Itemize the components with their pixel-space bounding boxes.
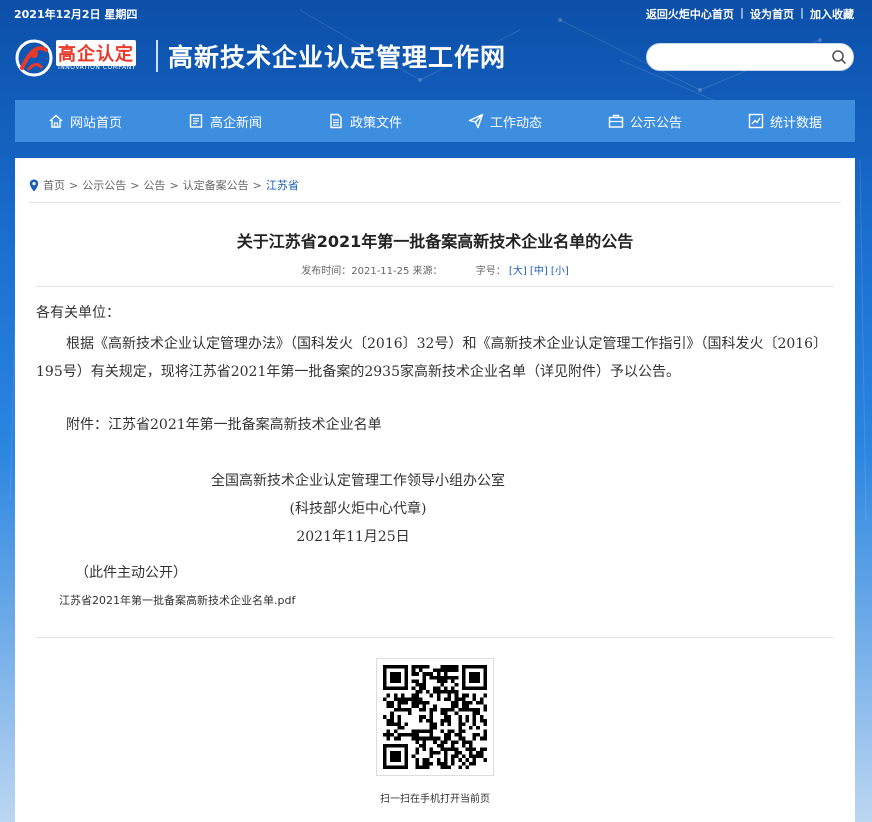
signature-org: 全国高新技术企业认定管理工作领导小组办公室: [211, 473, 505, 489]
font-size-large[interactable]: [大]: [509, 266, 527, 277]
nav-item-announcements[interactable]: 公示公告: [575, 100, 715, 142]
divider: [29, 202, 841, 203]
breadcrumb-filing-notice[interactable]: 认定备案公告: [183, 177, 249, 193]
header: 高企认定 INNOVATION COMPANY 高新技术企业认定管理工作网: [0, 26, 872, 100]
main-content: 首页 > 公示公告 > 公告 > 认定备案公告 > 江苏省 关于江苏省2021年…: [15, 158, 855, 822]
nav-label: 政策文件: [349, 115, 402, 131]
attachment-file-link[interactable]: 江苏省2021年第一批备案高新技术企业名单.pdf: [59, 592, 295, 608]
article-title: 关于江苏省2021年第一批备案高新技术企业名单的公告: [236, 232, 634, 251]
top-bar: 2021年12月2日 星期四 返回火炬中心首页 | 设为首页 | 加入收藏: [0, 0, 872, 26]
font-size-label: 字号：: [475, 266, 506, 277]
logo-emblem-icon: [15, 39, 53, 77]
site-title: 高新技术企业认定管理工作网: [168, 43, 507, 72]
separator: |: [739, 6, 744, 19]
breadcrumb-separator: >: [69, 178, 79, 192]
search-box: [646, 43, 854, 71]
search-icon[interactable]: [831, 49, 847, 65]
separator: |: [799, 6, 804, 19]
nav-item-policy[interactable]: 政策文件: [295, 100, 435, 142]
send-icon: [468, 113, 484, 129]
nav-label: 统计数据: [769, 115, 822, 131]
nav-item-news[interactable]: 高企新闻: [155, 100, 295, 142]
breadcrumb-notice[interactable]: 公告: [143, 177, 165, 193]
salutation: 各有关单位：: [36, 305, 120, 321]
nav-label: 公示公告: [629, 115, 682, 131]
divider: [36, 637, 834, 638]
divider: [36, 286, 834, 287]
signature-sub: (科技部火炬中心代章): [289, 501, 427, 517]
signature-date: 2021年11月25日: [296, 529, 410, 545]
article-paragraph: 根据《高新技术企业认定管理办法》（国科发火〔2016〕32号）和《高新技术企业认…: [36, 336, 828, 380]
logo-subtitle: INNOVATION COMPANY: [58, 64, 136, 71]
document-icon: [330, 113, 342, 129]
breadcrumb: 首页 > 公示公告 > 公告 > 认定备案公告 > 江苏省: [29, 177, 299, 193]
top-links: 返回火炬中心首页 | 设为首页 | 加入收藏: [646, 6, 854, 22]
breadcrumb-separator: >: [169, 178, 179, 192]
qr-caption: 扫一扫在手机打开当前页: [380, 794, 490, 805]
link-set-homepage[interactable]: 设为首页: [750, 6, 794, 22]
qr-code: [376, 658, 494, 776]
nav-item-work-updates[interactable]: 工作动态: [435, 100, 575, 142]
chart-icon: [748, 113, 764, 129]
breadcrumb-separator: >: [130, 178, 140, 192]
qr-code-image: [383, 665, 487, 769]
news-icon: [189, 114, 203, 128]
site-logo[interactable]: 高企认定 INNOVATION COMPANY: [14, 36, 150, 80]
logo-divider: [156, 40, 158, 72]
nav-label: 工作动态: [489, 115, 542, 131]
nav-label: 网站首页: [69, 115, 122, 131]
font-size-medium[interactable]: [中]: [530, 266, 548, 277]
link-home-center[interactable]: 返回火炬中心首页: [646, 6, 734, 22]
link-add-favorite[interactable]: 加入收藏: [810, 6, 854, 22]
attachment-note: 附件：江苏省2021年第一批备案高新技术企业名单: [66, 417, 382, 433]
location-pin-icon: [29, 179, 39, 191]
publish-date: 发布时间：2021-11-25 来源：: [301, 266, 443, 277]
article-meta: 发布时间：2021-11-25 来源： 字号： [大] [中] [小]: [15, 262, 855, 277]
public-note: （此件主动公开）: [75, 565, 187, 581]
breadcrumb-home[interactable]: 首页: [43, 177, 65, 193]
breadcrumb-jiangsu[interactable]: 江苏省: [266, 177, 299, 193]
briefcase-icon: [608, 114, 624, 128]
font-size-small[interactable]: [小]: [551, 266, 569, 277]
breadcrumb-announcements[interactable]: 公示公告: [82, 177, 126, 193]
nav-item-statistics[interactable]: 统计数据: [715, 100, 855, 142]
logo-text: 高企认定: [56, 40, 136, 66]
nav-item-home[interactable]: 网站首页: [15, 100, 155, 142]
nav-label: 高企新闻: [209, 115, 262, 131]
current-date: 2021年12月2日 星期四: [14, 8, 138, 21]
search-input[interactable]: [659, 44, 829, 70]
breadcrumb-separator: >: [252, 178, 262, 192]
home-icon: [49, 114, 63, 128]
main-nav: 网站首页 高企新闻 政策文件 工作动态 公示公告 统计数据: [15, 100, 855, 142]
